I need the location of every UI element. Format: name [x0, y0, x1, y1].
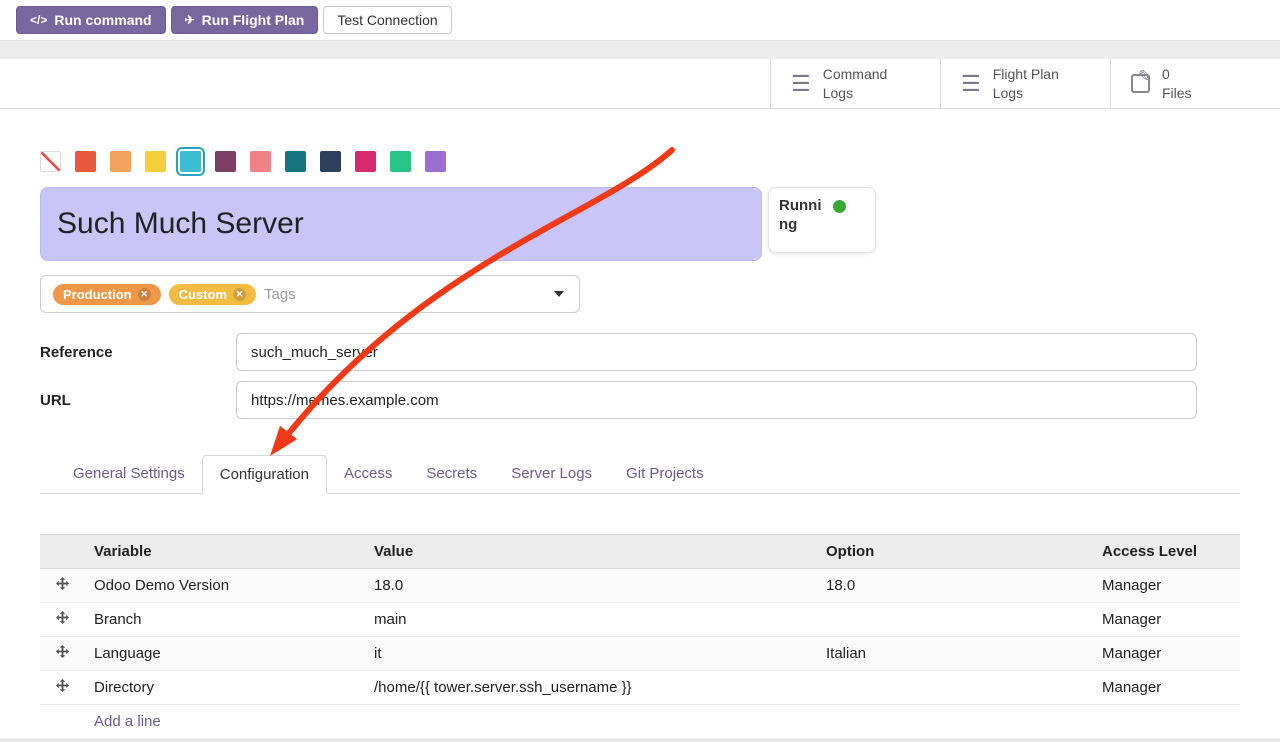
color-swatch[interactable] [110, 151, 131, 172]
flight-plan-logs-label: Flight Plan Logs [993, 65, 1071, 101]
column-header-option[interactable]: Option [816, 535, 1092, 569]
run-flight-plan-label: Run Flight Plan [202, 12, 305, 28]
table-row[interactable]: Language it Italian Manager [40, 637, 1240, 671]
list-icon: ☰ [791, 73, 811, 95]
cell-access[interactable]: Manager [1092, 637, 1240, 671]
tab-general-settings[interactable]: General Settings [56, 455, 202, 494]
url-label: URL [40, 392, 236, 409]
cell-access[interactable]: Manager [1092, 603, 1240, 637]
cell-variable[interactable]: Branch [84, 603, 364, 637]
tab-secrets[interactable]: Secrets [409, 455, 494, 494]
drag-handle-icon[interactable] [40, 637, 84, 671]
url-input[interactable]: https://memes.example.com [236, 381, 1197, 419]
color-swatch[interactable] [425, 151, 446, 172]
main-content: Such Much Server Running Production ✕ Cu… [0, 151, 1280, 739]
files-text: Files [1162, 84, 1240, 102]
variables-table-wrap: Variable Value Option Access Level Odoo … [40, 534, 1240, 739]
tags-placeholder: Tags [264, 286, 296, 303]
fields-section: Reference such_much_server URL https://m… [40, 333, 1240, 419]
tag-production[interactable]: Production ✕ [53, 284, 161, 305]
remove-tag-icon[interactable]: ✕ [233, 288, 246, 301]
table-row[interactable]: Odoo Demo Version 18.0 18.0 Manager [40, 569, 1240, 603]
files-label: 0 Files [1162, 65, 1240, 101]
tab-bar: General Settings Configuration Access Se… [40, 455, 1240, 494]
color-palette [40, 151, 1240, 172]
tab-git-projects[interactable]: Git Projects [609, 455, 721, 494]
files-button[interactable]: 0 Files [1110, 59, 1280, 108]
cell-value[interactable]: it [364, 637, 816, 671]
plane-icon: ✈ [185, 13, 195, 27]
handle-column-header [40, 535, 84, 569]
color-swatch-selected[interactable] [180, 151, 201, 172]
run-command-label: Run command [54, 12, 151, 28]
run-flight-plan-button[interactable]: ✈ Run Flight Plan [171, 6, 319, 34]
table-header-row: Variable Value Option Access Level [40, 535, 1240, 569]
bottom-edge [0, 738, 1280, 742]
status-dot-green [833, 200, 846, 213]
color-swatch[interactable] [320, 151, 341, 172]
edit-pencil-icon [1131, 74, 1150, 93]
drag-handle-icon[interactable] [40, 569, 84, 603]
cell-access[interactable]: Manager [1092, 569, 1240, 603]
cell-variable[interactable]: Language [84, 637, 364, 671]
status-card: Running [768, 187, 876, 253]
color-swatch[interactable] [390, 151, 411, 172]
separator-strip [0, 40, 1280, 59]
stat-header: ☰ Command Logs ☰ Flight Plan Logs 0 File… [0, 59, 1280, 109]
cell-access[interactable]: Manager [1092, 671, 1240, 705]
cell-option[interactable]: Italian [816, 637, 1092, 671]
run-command-button[interactable]: </> Run command [16, 6, 166, 34]
status-label: Running [779, 197, 826, 243]
command-logs-button[interactable]: ☰ Command Logs [770, 59, 940, 108]
top-toolbar: </> Run command ✈ Run Flight Plan Test C… [0, 0, 1280, 40]
tag-label: Custom [179, 287, 227, 302]
table-row[interactable]: Branch main Manager [40, 603, 1240, 637]
test-connection-label: Test Connection [337, 12, 437, 28]
code-icon: </> [30, 13, 47, 27]
cell-value[interactable]: 18.0 [364, 569, 816, 603]
variables-table: Variable Value Option Access Level Odoo … [40, 534, 1240, 739]
tag-custom[interactable]: Custom ✕ [169, 284, 256, 305]
add-a-line-link[interactable]: Add a line [94, 713, 161, 730]
column-header-value[interactable]: Value [364, 535, 816, 569]
remove-tag-icon[interactable]: ✕ [138, 288, 151, 301]
command-logs-label: Command Logs [823, 65, 901, 101]
files-count: 0 [1162, 65, 1240, 83]
cell-option[interactable] [816, 671, 1092, 705]
cell-value[interactable]: main [364, 603, 816, 637]
color-swatch[interactable] [145, 151, 166, 172]
no-color-swatch[interactable] [40, 151, 61, 172]
chevron-down-icon[interactable] [554, 291, 564, 297]
server-name-input[interactable]: Such Much Server [40, 187, 762, 261]
tab-configuration[interactable]: Configuration [202, 455, 327, 494]
color-swatch[interactable] [285, 151, 306, 172]
reference-row: Reference such_much_server [40, 333, 1240, 371]
cell-option[interactable]: 18.0 [816, 569, 1092, 603]
tab-access[interactable]: Access [327, 455, 409, 494]
column-header-variable[interactable]: Variable [84, 535, 364, 569]
drag-handle-icon[interactable] [40, 603, 84, 637]
color-swatch[interactable] [215, 151, 236, 172]
cell-option[interactable] [816, 603, 1092, 637]
column-header-access-level[interactable]: Access Level [1092, 535, 1240, 569]
cell-variable[interactable]: Odoo Demo Version [84, 569, 364, 603]
add-line-row: Add a line [40, 705, 1240, 739]
flight-plan-logs-button[interactable]: ☰ Flight Plan Logs [940, 59, 1110, 108]
color-swatch[interactable] [250, 151, 271, 172]
tags-field[interactable]: Production ✕ Custom ✕ Tags [40, 275, 580, 313]
reference-input[interactable]: such_much_server [236, 333, 1197, 371]
url-row: URL https://memes.example.com [40, 381, 1240, 419]
list-icon: ☰ [961, 73, 981, 95]
cell-value[interactable]: /home/{{ tower.server.ssh_username }} [364, 671, 816, 705]
title-row: Such Much Server Running [40, 187, 1240, 261]
table-row[interactable]: Directory /home/{{ tower.server.ssh_user… [40, 671, 1240, 705]
tab-server-logs[interactable]: Server Logs [494, 455, 609, 494]
cell-variable[interactable]: Directory [84, 671, 364, 705]
tag-label: Production [63, 287, 132, 302]
drag-handle-icon[interactable] [40, 671, 84, 705]
reference-label: Reference [40, 344, 236, 361]
color-swatch[interactable] [75, 151, 96, 172]
test-connection-button[interactable]: Test Connection [323, 6, 451, 34]
color-swatch[interactable] [355, 151, 376, 172]
